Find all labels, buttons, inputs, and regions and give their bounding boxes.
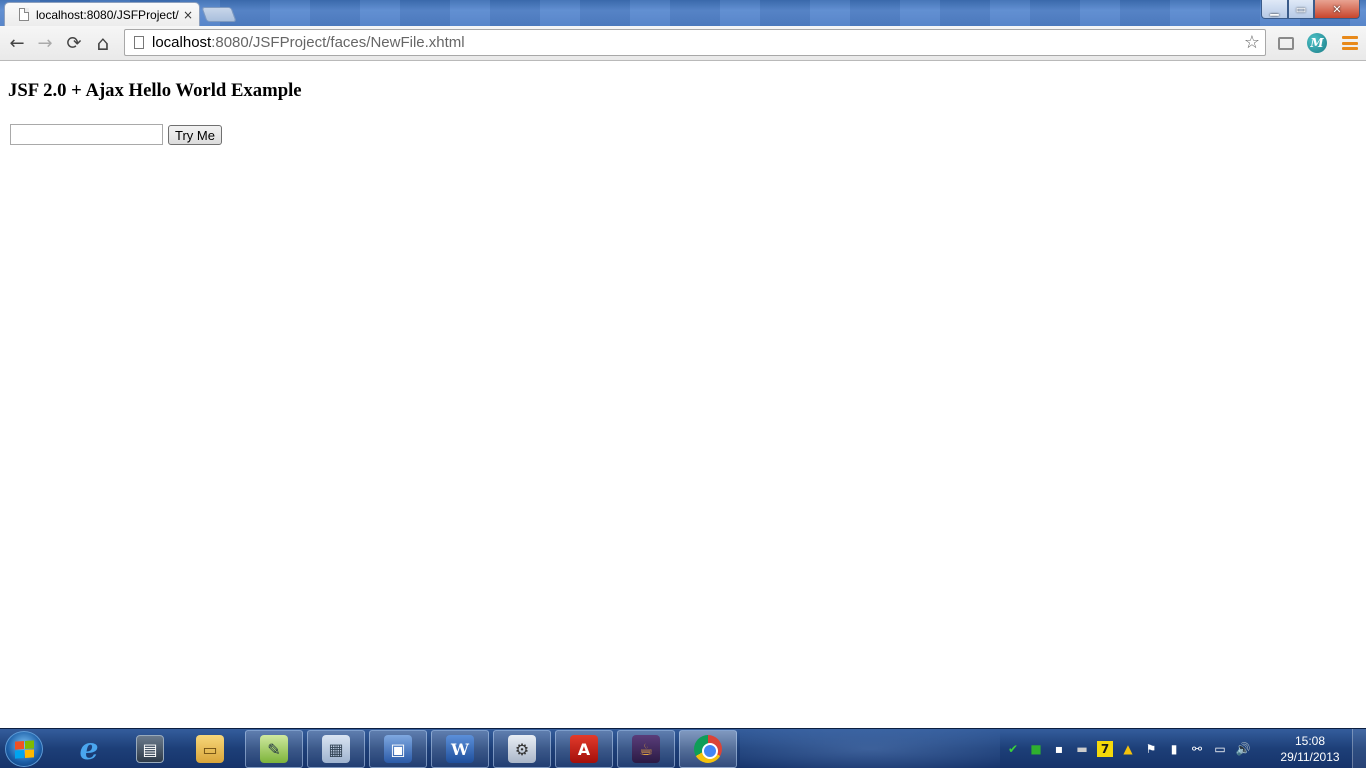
- home-button[interactable]: ⌂: [92, 31, 114, 55]
- close-icon: ✕: [1332, 2, 1342, 16]
- minimize-button[interactable]: ▁: [1261, 0, 1288, 19]
- tray-notes-icon[interactable]: 7: [1097, 741, 1113, 757]
- address-bar[interactable]: localhost:8080/JSFProject/faces/NewFile.…: [124, 29, 1266, 56]
- remote-desktop-icon: ▣: [384, 735, 412, 763]
- taskbar-app-remote-desktop[interactable]: ▣: [369, 730, 427, 768]
- url-host: localhost: [152, 34, 212, 51]
- maximize-icon: ▭: [1295, 2, 1307, 16]
- name-input[interactable]: [10, 124, 163, 145]
- extension-button[interactable]: M: [1306, 32, 1328, 54]
- java-ee-ide-icon: ☕: [632, 735, 660, 763]
- window-controls: ▁ ▭ ✕: [1261, 0, 1360, 19]
- page-icon: [134, 36, 144, 49]
- hamburger-menu-icon: [1342, 36, 1358, 50]
- tray-monitor-icon[interactable]: ■: [1028, 741, 1044, 757]
- minimize-icon: ▁: [1270, 2, 1279, 16]
- calculator-icon: ▦: [322, 735, 350, 763]
- tomcat-icon: ⚙: [508, 735, 536, 763]
- pdf-icon: A: [570, 735, 598, 763]
- clock-date: 29/11/2013: [1280, 750, 1340, 764]
- chrome-menu-button[interactable]: [1339, 32, 1361, 54]
- tab-close-icon[interactable]: ×: [183, 8, 193, 22]
- internet-explorer-icon: e: [79, 731, 99, 767]
- tray-app-icon[interactable]: ▪: [1051, 741, 1067, 757]
- tray-check-icon[interactable]: ✔: [1005, 741, 1021, 757]
- taskbar-app-microsoft-word[interactable]: W: [431, 730, 489, 768]
- task-manager-icon: ▤: [136, 735, 164, 763]
- back-arrow-icon: ←: [9, 32, 25, 54]
- usb-device-icon[interactable]: ▮: [1166, 741, 1182, 757]
- word-icon: W: [446, 735, 474, 763]
- forward-arrow-icon: →: [37, 32, 53, 54]
- home-icon: ⌂: [96, 31, 110, 55]
- taskbar-app-calculator[interactable]: ▦: [307, 730, 365, 768]
- taskbar-background: [740, 729, 1000, 768]
- extension-m-icon: M: [1307, 33, 1327, 53]
- notepad-icon: ✎: [260, 735, 288, 763]
- cast-button[interactable]: [1275, 32, 1297, 54]
- taskbar-app-google-chrome[interactable]: [679, 730, 737, 768]
- chrome-icon: [694, 735, 722, 763]
- browser-toolbar: ← → ⟳ ⌂ localhost:8080/JSFProject/faces/…: [0, 26, 1366, 61]
- window-icon: [1278, 36, 1294, 50]
- system-tray: ✔ ■ ▪ ▬ 7 ▲ ⚑ ▮ ⚯ ▭ 🔊: [1005, 741, 1251, 757]
- maximize-button[interactable]: ▭: [1288, 0, 1314, 19]
- volume-icon[interactable]: 🔊: [1235, 741, 1251, 757]
- taskbar-app-java-ee-ide[interactable]: ☕: [617, 730, 675, 768]
- action-center-flag-icon[interactable]: ⚑: [1143, 741, 1159, 757]
- bookmark-star-icon[interactable]: ☆: [1244, 32, 1260, 53]
- try-me-button[interactable]: Try Me: [168, 125, 222, 145]
- close-window-button[interactable]: ✕: [1314, 0, 1360, 19]
- page-title: JSF 2.0 + Ajax Hello World Example: [8, 80, 302, 101]
- system-clock[interactable]: 15:08 29/11/2013: [1272, 733, 1348, 765]
- taskbar-app-adobe-reader[interactable]: A: [555, 730, 613, 768]
- reload-button[interactable]: ⟳: [63, 32, 85, 54]
- browser-titlebar: localhost:8080/JSFProject/ × ▁ ▭ ✕: [0, 0, 1366, 26]
- page-content: JSF 2.0 + Ajax Hello World Example Try M…: [0, 62, 1366, 728]
- windows-taskbar: e ▤ ▭ ✎ ▦ ▣ W ⚙ A ☕ ✔ ■ ▪ ▬ 7 ▲ ⚑ ▮ ⚯ ▭ …: [0, 728, 1366, 768]
- url-path: :8080/JSFProject/faces/NewFile.xhtml: [211, 34, 465, 51]
- network-icon[interactable]: ▭: [1212, 741, 1228, 757]
- link-icon[interactable]: ⚯: [1189, 741, 1205, 757]
- start-button[interactable]: [5, 731, 43, 767]
- tab-title: localhost:8080/JSFProject/: [36, 7, 179, 22]
- page-icon: [19, 8, 29, 21]
- browser-tab-active[interactable]: localhost:8080/JSFProject/ ×: [4, 2, 200, 26]
- taskbar-app-eclipse-tomcat[interactable]: ⚙: [493, 730, 551, 768]
- tray-display-icon[interactable]: ▬: [1074, 741, 1090, 757]
- reload-icon: ⟳: [66, 32, 82, 54]
- windows-logo-icon: [14, 739, 34, 759]
- google-drive-icon[interactable]: ▲: [1120, 741, 1136, 757]
- new-tab-button[interactable]: [201, 7, 237, 22]
- taskbar-app-notepad-plus-plus[interactable]: ✎: [245, 730, 303, 768]
- back-button[interactable]: ←: [6, 32, 28, 54]
- clock-time: 15:08: [1294, 734, 1326, 748]
- show-desktop-button[interactable]: [1352, 729, 1366, 768]
- forward-button[interactable]: →: [34, 32, 56, 54]
- folder-icon: ▭: [196, 735, 224, 763]
- taskbar-app-internet-explorer[interactable]: e: [60, 730, 118, 768]
- taskbar-app-windows-explorer[interactable]: ▭: [181, 730, 239, 768]
- taskbar-app-task-manager[interactable]: ▤: [121, 730, 179, 768]
